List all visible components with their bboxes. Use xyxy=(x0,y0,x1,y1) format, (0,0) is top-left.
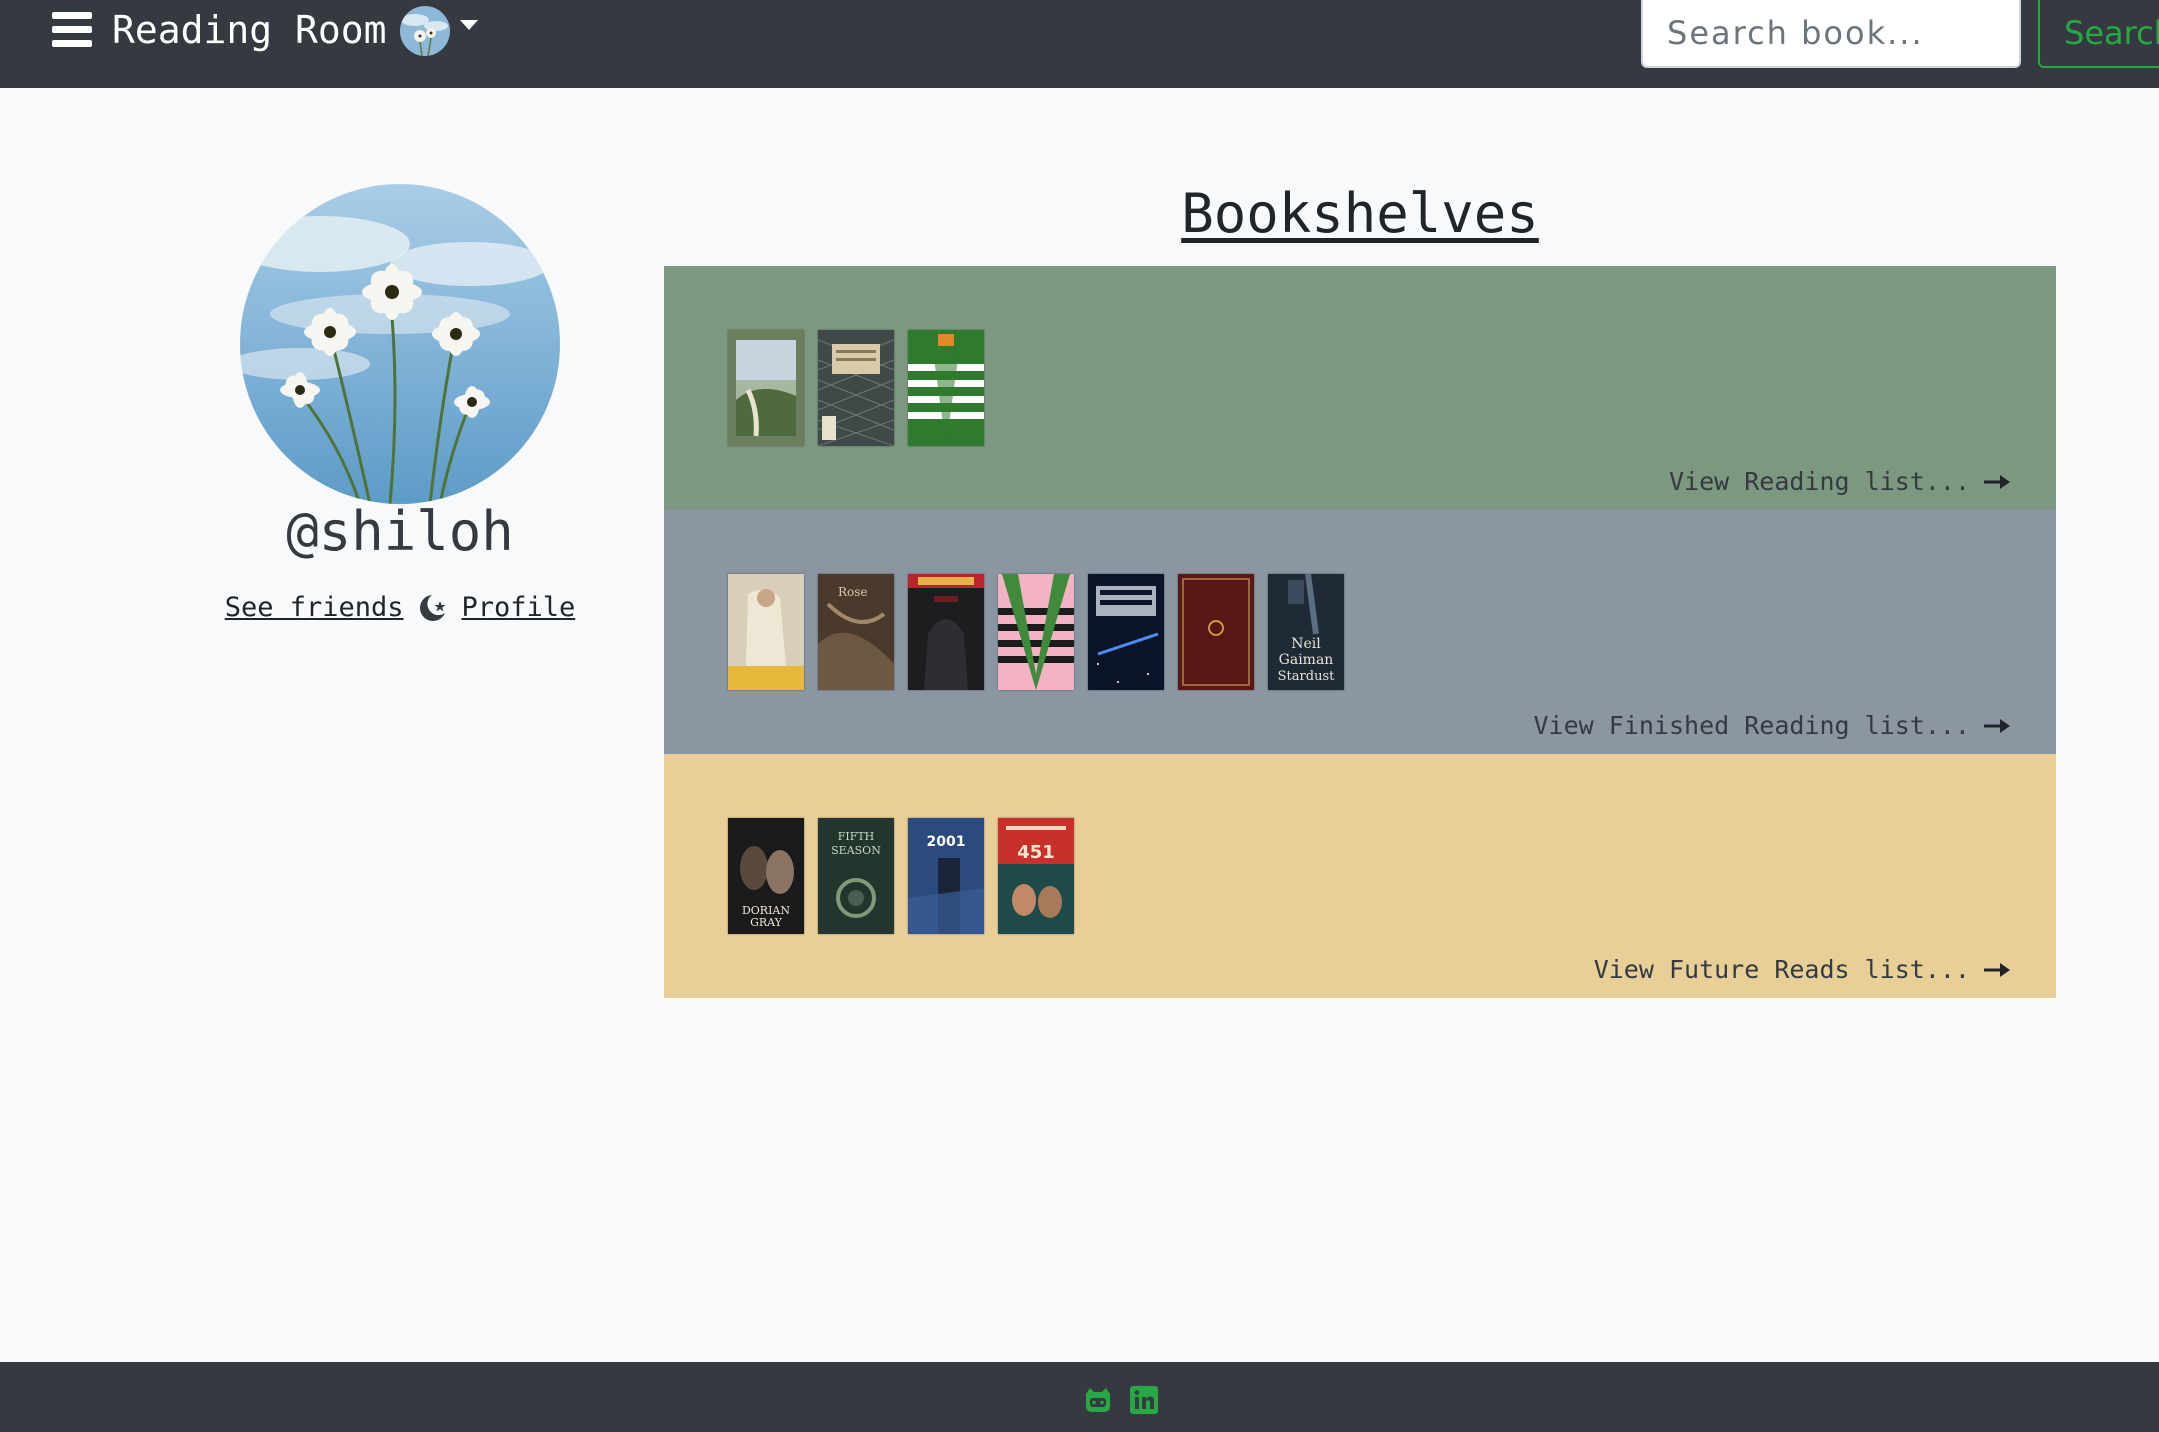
book-cover[interactable] xyxy=(728,330,804,446)
username: @shiloh xyxy=(286,500,514,563)
user-dropdown-toggle[interactable] xyxy=(400,6,478,56)
book-cover[interactable] xyxy=(1088,574,1164,690)
view-future-reads-list-label: View Future Reads list... xyxy=(1593,955,1970,984)
menu-icon[interactable] xyxy=(52,12,92,48)
shelf-finished-reading: Rose Neil Gaiman Stardust View Finished … xyxy=(664,510,2056,754)
moon-star-icon xyxy=(419,594,445,621)
book-cover[interactable]: Rose xyxy=(818,574,894,690)
book-cover[interactable] xyxy=(998,574,1074,690)
book-cover[interactable]: Neil Gaiman Stardust xyxy=(1268,574,1344,690)
footer xyxy=(0,1362,2159,1432)
github-icon[interactable] xyxy=(1082,1384,1114,1416)
search-button[interactable]: Search xyxy=(2038,0,2159,68)
view-reading-list-link[interactable]: View Reading list... xyxy=(1669,467,2010,496)
book-cover[interactable]: 2001 xyxy=(908,818,984,934)
see-friends-link[interactable]: See friends xyxy=(225,592,404,623)
book-cover[interactable] xyxy=(818,330,894,446)
linkedin-icon[interactable] xyxy=(1128,1384,1160,1416)
profile-link[interactable]: Profile xyxy=(462,592,576,623)
shelf-reading: View Reading list... xyxy=(664,266,2056,510)
book-cover-text: 451 xyxy=(1017,842,1055,863)
nav-avatar xyxy=(400,6,450,56)
book-cover[interactable] xyxy=(908,330,984,446)
chevron-down-icon xyxy=(460,20,478,30)
view-future-reads-list-link[interactable]: View Future Reads list... xyxy=(1594,955,2010,984)
profile-links: See friends Profile xyxy=(200,592,600,623)
view-finished-reading-list-label: View Finished Reading list... xyxy=(1533,711,1971,740)
book-cover-text: 2001 xyxy=(927,834,966,850)
book-cover[interactable] xyxy=(728,574,804,690)
book-cover-text: Gaiman xyxy=(1279,652,1334,668)
brand-title[interactable]: Reading Room xyxy=(112,8,387,52)
arrow-right-icon xyxy=(1984,474,2010,489)
book-cover[interactable]: DORIAN GRAY xyxy=(728,818,804,934)
view-finished-reading-list-link[interactable]: View Finished Reading list... xyxy=(1533,711,2010,740)
book-cover-text: Neil xyxy=(1291,636,1321,652)
book-cover[interactable]: FIFTH SEASON xyxy=(818,818,894,934)
svg-text:Rose: Rose xyxy=(838,585,868,599)
book-cover-text: SEASON xyxy=(831,844,881,857)
profile-photo xyxy=(240,184,560,504)
arrow-right-icon xyxy=(1984,962,2010,977)
book-cover-text: GRAY xyxy=(750,916,783,929)
top-navbar: Reading Room Search xyxy=(0,0,2159,88)
book-cover[interactable] xyxy=(1178,574,1254,690)
book-cover[interactable] xyxy=(908,574,984,690)
book-cover-text: FIFTH xyxy=(838,830,875,843)
book-cover-text: Stardust xyxy=(1278,669,1335,684)
bookshelves-title: Bookshelves xyxy=(1181,182,1539,245)
view-reading-list-label: View Reading list... xyxy=(1668,467,1970,496)
arrow-right-icon xyxy=(1984,718,2010,733)
shelf-future-reads: DORIAN GRAY FIFTH SEASON 2001 451 View F… xyxy=(664,754,2056,998)
search-input[interactable] xyxy=(1641,0,2021,68)
book-cover[interactable]: 451 xyxy=(998,818,1074,934)
